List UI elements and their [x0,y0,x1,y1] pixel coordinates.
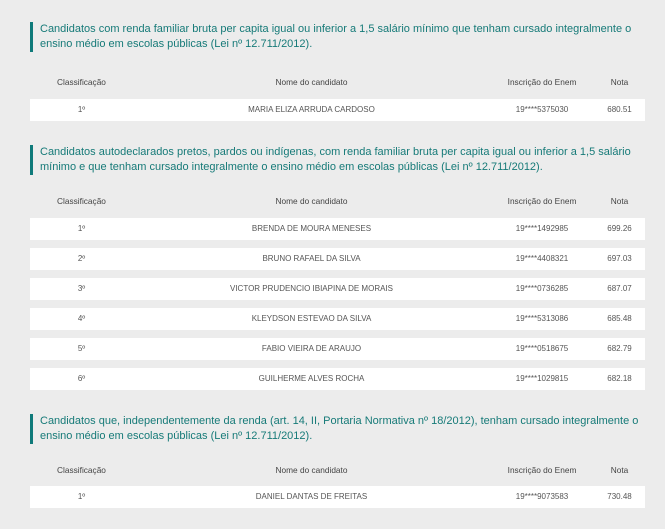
column-header-rank: Classificação [57,465,106,475]
rank-cell: 4º [77,314,86,323]
enem-cell: 19****9073583 [515,492,569,501]
table-row: 1º DANIEL DANTAS DE FREITAS 19****907358… [30,486,645,508]
rank-cell: 5º [77,344,86,353]
enem-cell: 19****5375030 [515,105,569,114]
column-header-score: Nota [610,77,629,87]
score-cell: 685.48 [607,314,632,323]
score-cell: 687.07 [607,284,632,293]
column-header-enem: Inscrição do Enem [507,465,577,475]
section-title: Candidatos com renda familiar bruta per … [30,22,645,52]
rank-cell: 1º [77,105,86,114]
rank-cell: 2º [77,254,86,263]
score-cell: 680.51 [607,105,632,114]
score-cell: 730.48 [607,492,632,501]
quota-section-2: Candidatos autodeclarados pretos, pardos… [30,145,645,398]
column-header-rank: Classificação [57,77,106,87]
column-header-row: Classificação Nome do candidato Inscriçã… [30,196,645,208]
column-header-name: Nome do candidato [275,465,348,475]
table-row: 1º MARIA ELIZA ARRUDA CARDOSO 19****5375… [30,99,645,121]
column-header-enem: Inscrição do Enem [507,196,577,206]
table-row: 1º BRENDA DE MOURA MENESES 19****1492985… [30,218,645,240]
quota-section-3: Candidatos que, independentemente da ren… [30,414,645,516]
rank-cell: 6º [77,374,86,383]
name-cell: BRUNO RAFAEL DA SILVA [262,254,361,263]
enem-cell: 19****0518675 [515,344,569,353]
quota-section-1: Candidatos com renda familiar bruta per … [30,22,645,129]
enem-cell: 19****1492985 [515,224,569,233]
score-cell: 682.79 [607,344,632,353]
table-row: 2º BRUNO RAFAEL DA SILVA 19****4408321 6… [30,248,645,270]
table-row: 4º KLEYDSON ESTEVAO DA SILVA 19****53130… [30,308,645,330]
column-header-row: Classificação Nome do candidato Inscriçã… [30,465,645,477]
section-title: Candidatos autodeclarados pretos, pardos… [30,145,645,175]
enem-cell: 19****5313086 [515,314,569,323]
score-cell: 699.26 [607,224,632,233]
column-header-rank: Classificação [57,196,106,206]
section-title: Candidatos que, independentemente da ren… [30,414,645,444]
enem-cell: 19****0736285 [515,284,569,293]
score-cell: 697.03 [607,254,632,263]
rank-cell: 3º [77,284,86,293]
column-header-row: Classificação Nome do candidato Inscriçã… [30,77,645,89]
column-header-name: Nome do candidato [275,196,348,206]
name-cell: VICTOR PRUDENCIO IBIAPINA DE MORAIS [230,284,393,293]
column-header-name: Nome do candidato [275,77,348,87]
name-cell: MARIA ELIZA ARRUDA CARDOSO [248,105,375,114]
score-cell: 682.18 [607,374,632,383]
name-cell: DANIEL DANTAS DE FREITAS [255,492,368,501]
column-header-score: Nota [610,465,629,475]
rank-cell: 1º [77,224,86,233]
enem-cell: 19****4408321 [515,254,569,263]
name-cell: GUILHERME ALVES ROCHA [258,374,365,383]
column-header-score: Nota [610,196,629,206]
table-row: 3º VICTOR PRUDENCIO IBIAPINA DE MORAIS 1… [30,278,645,300]
enem-cell: 19****1029815 [515,374,569,383]
table-row: 5º FABIO VIEIRA DE ARAUJO 19****0518675 … [30,338,645,360]
name-cell: KLEYDSON ESTEVAO DA SILVA [251,314,372,323]
name-cell: FABIO VIEIRA DE ARAUJO [261,344,362,353]
name-cell: BRENDA DE MOURA MENESES [251,224,372,233]
column-header-enem: Inscrição do Enem [507,77,577,87]
rank-cell: 1º [77,492,86,501]
table-row: 6º GUILHERME ALVES ROCHA 19****1029815 6… [30,368,645,390]
